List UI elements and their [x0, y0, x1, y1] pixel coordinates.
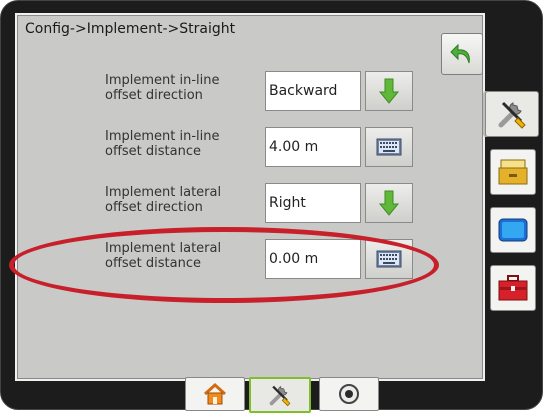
keyboard-icon — [376, 138, 402, 156]
bottom-tab-tools[interactable] — [249, 377, 311, 413]
bottom-tab-home[interactable] — [185, 377, 245, 411]
side-tab-console[interactable] — [490, 149, 536, 195]
display-icon — [498, 218, 528, 242]
config-panel: Config->Implement->Straight Implement in… — [15, 13, 485, 381]
bottom-tab-camera[interactable] — [319, 377, 379, 411]
setting-row-lateral-distance: Implement lateral offset distance 0.00 m — [105, 239, 435, 279]
down-arrow-icon — [378, 190, 400, 216]
device-frame: Config->Implement->Straight Implement in… — [0, 0, 543, 413]
keyboard-icon — [376, 250, 402, 268]
camera-icon — [339, 384, 359, 404]
setting-row-inline-distance: Implement in-line offset distance 4.00 m — [105, 127, 435, 167]
side-tab-tools[interactable] — [485, 91, 539, 137]
inline-direction-dropdown-button[interactable] — [365, 71, 413, 111]
down-arrow-icon — [378, 78, 400, 104]
setting-label: Implement lateral offset distance — [105, 241, 222, 271]
tools-icon — [498, 101, 526, 129]
lateral-distance-value[interactable]: 0.00 m — [265, 239, 361, 279]
lateral-direction-dropdown-button[interactable] — [365, 183, 413, 223]
setting-label: Implement in-line offset direction — [105, 73, 220, 103]
back-button[interactable] — [441, 33, 483, 75]
toolbox-icon — [498, 275, 528, 301]
lateral-direction-value[interactable]: Right — [265, 183, 361, 223]
setting-label: Implement lateral offset direction — [105, 185, 222, 215]
inline-distance-value[interactable]: 4.00 m — [265, 127, 361, 167]
home-icon — [203, 382, 227, 405]
inline-distance-keyboard-button[interactable] — [365, 127, 413, 167]
side-tab-toolbox[interactable] — [490, 265, 536, 311]
console-icon — [498, 159, 528, 185]
breadcrumb: Config->Implement->Straight — [25, 21, 236, 37]
tools-icon — [269, 385, 291, 407]
back-arrow-icon — [450, 43, 470, 64]
inline-direction-value[interactable]: Backward — [265, 71, 361, 111]
setting-label: Implement in-line offset distance — [105, 129, 220, 159]
setting-row-inline-direction: Implement in-line offset direction Backw… — [105, 71, 435, 111]
lateral-distance-keyboard-button[interactable] — [365, 239, 413, 279]
setting-row-lateral-direction: Implement lateral offset direction Right — [105, 183, 435, 223]
side-tab-display[interactable] — [490, 207, 536, 253]
